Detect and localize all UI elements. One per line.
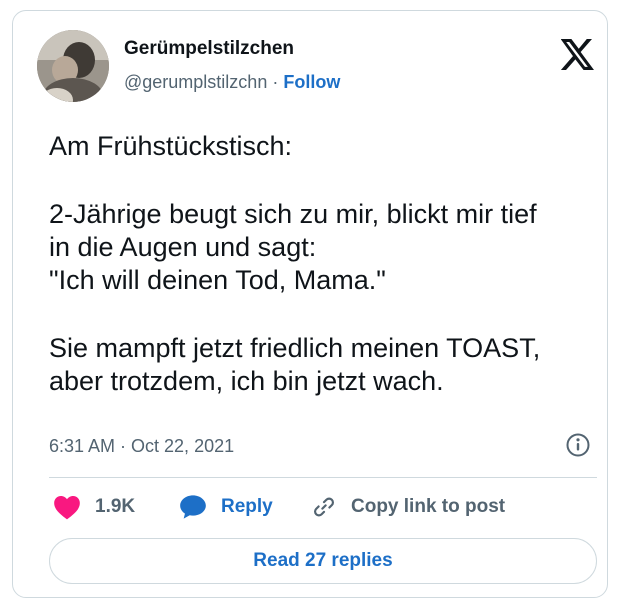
like-button[interactable]: 1.9K (53, 492, 135, 522)
separator-dot: · (272, 72, 279, 92)
follow-link[interactable]: Follow (283, 72, 340, 92)
x-logo-icon[interactable] (560, 39, 595, 70)
copy-link-button[interactable]: Copy link to post (311, 492, 505, 522)
divider (49, 477, 597, 478)
copy-link-label: Copy link to post (351, 496, 506, 517)
info-icon[interactable] (565, 432, 591, 458)
reply-button[interactable]: Reply (179, 492, 273, 522)
tweet-line: in die Augen und sagt: (49, 232, 317, 262)
user-handle[interactable]: @gerumplstilzchn (124, 72, 267, 92)
speech-bubble-icon (180, 495, 206, 519)
tweet-line: Am Frühstückstisch: (49, 131, 293, 161)
tweet-card: Gerümpelstilzchen @gerumplstilzchn · Fol… (12, 10, 608, 598)
read-replies-button[interactable]: Read 27 replies (49, 538, 597, 584)
reply-label: Reply (221, 496, 273, 517)
tweet-line: Sie mampft jetzt friedlich meinen TOAST, (49, 333, 541, 363)
tweet-text: Am Frühstückstisch: 2-Jährige beugt sich… (49, 130, 609, 398)
timestamp[interactable]: 6:31 AM · Oct 22, 2021 (49, 436, 234, 457)
avatar[interactable] (37, 30, 109, 102)
like-count: 1.9K (95, 496, 136, 517)
handle-line: @gerumplstilzchn · Follow (124, 72, 340, 93)
tweet-line: aber trotzdem, ich bin jetzt wach. (49, 366, 444, 396)
tweet-line: "Ich will deinen Tod, Mama." (49, 265, 386, 295)
display-name[interactable]: Gerümpelstilzchen (124, 38, 294, 60)
link-icon (314, 497, 334, 517)
heart-icon (54, 496, 80, 520)
tweet-line: 2-Jährige beugt sich zu mir, blickt mir … (49, 199, 537, 229)
read-replies-label: Read 27 replies (253, 550, 393, 571)
